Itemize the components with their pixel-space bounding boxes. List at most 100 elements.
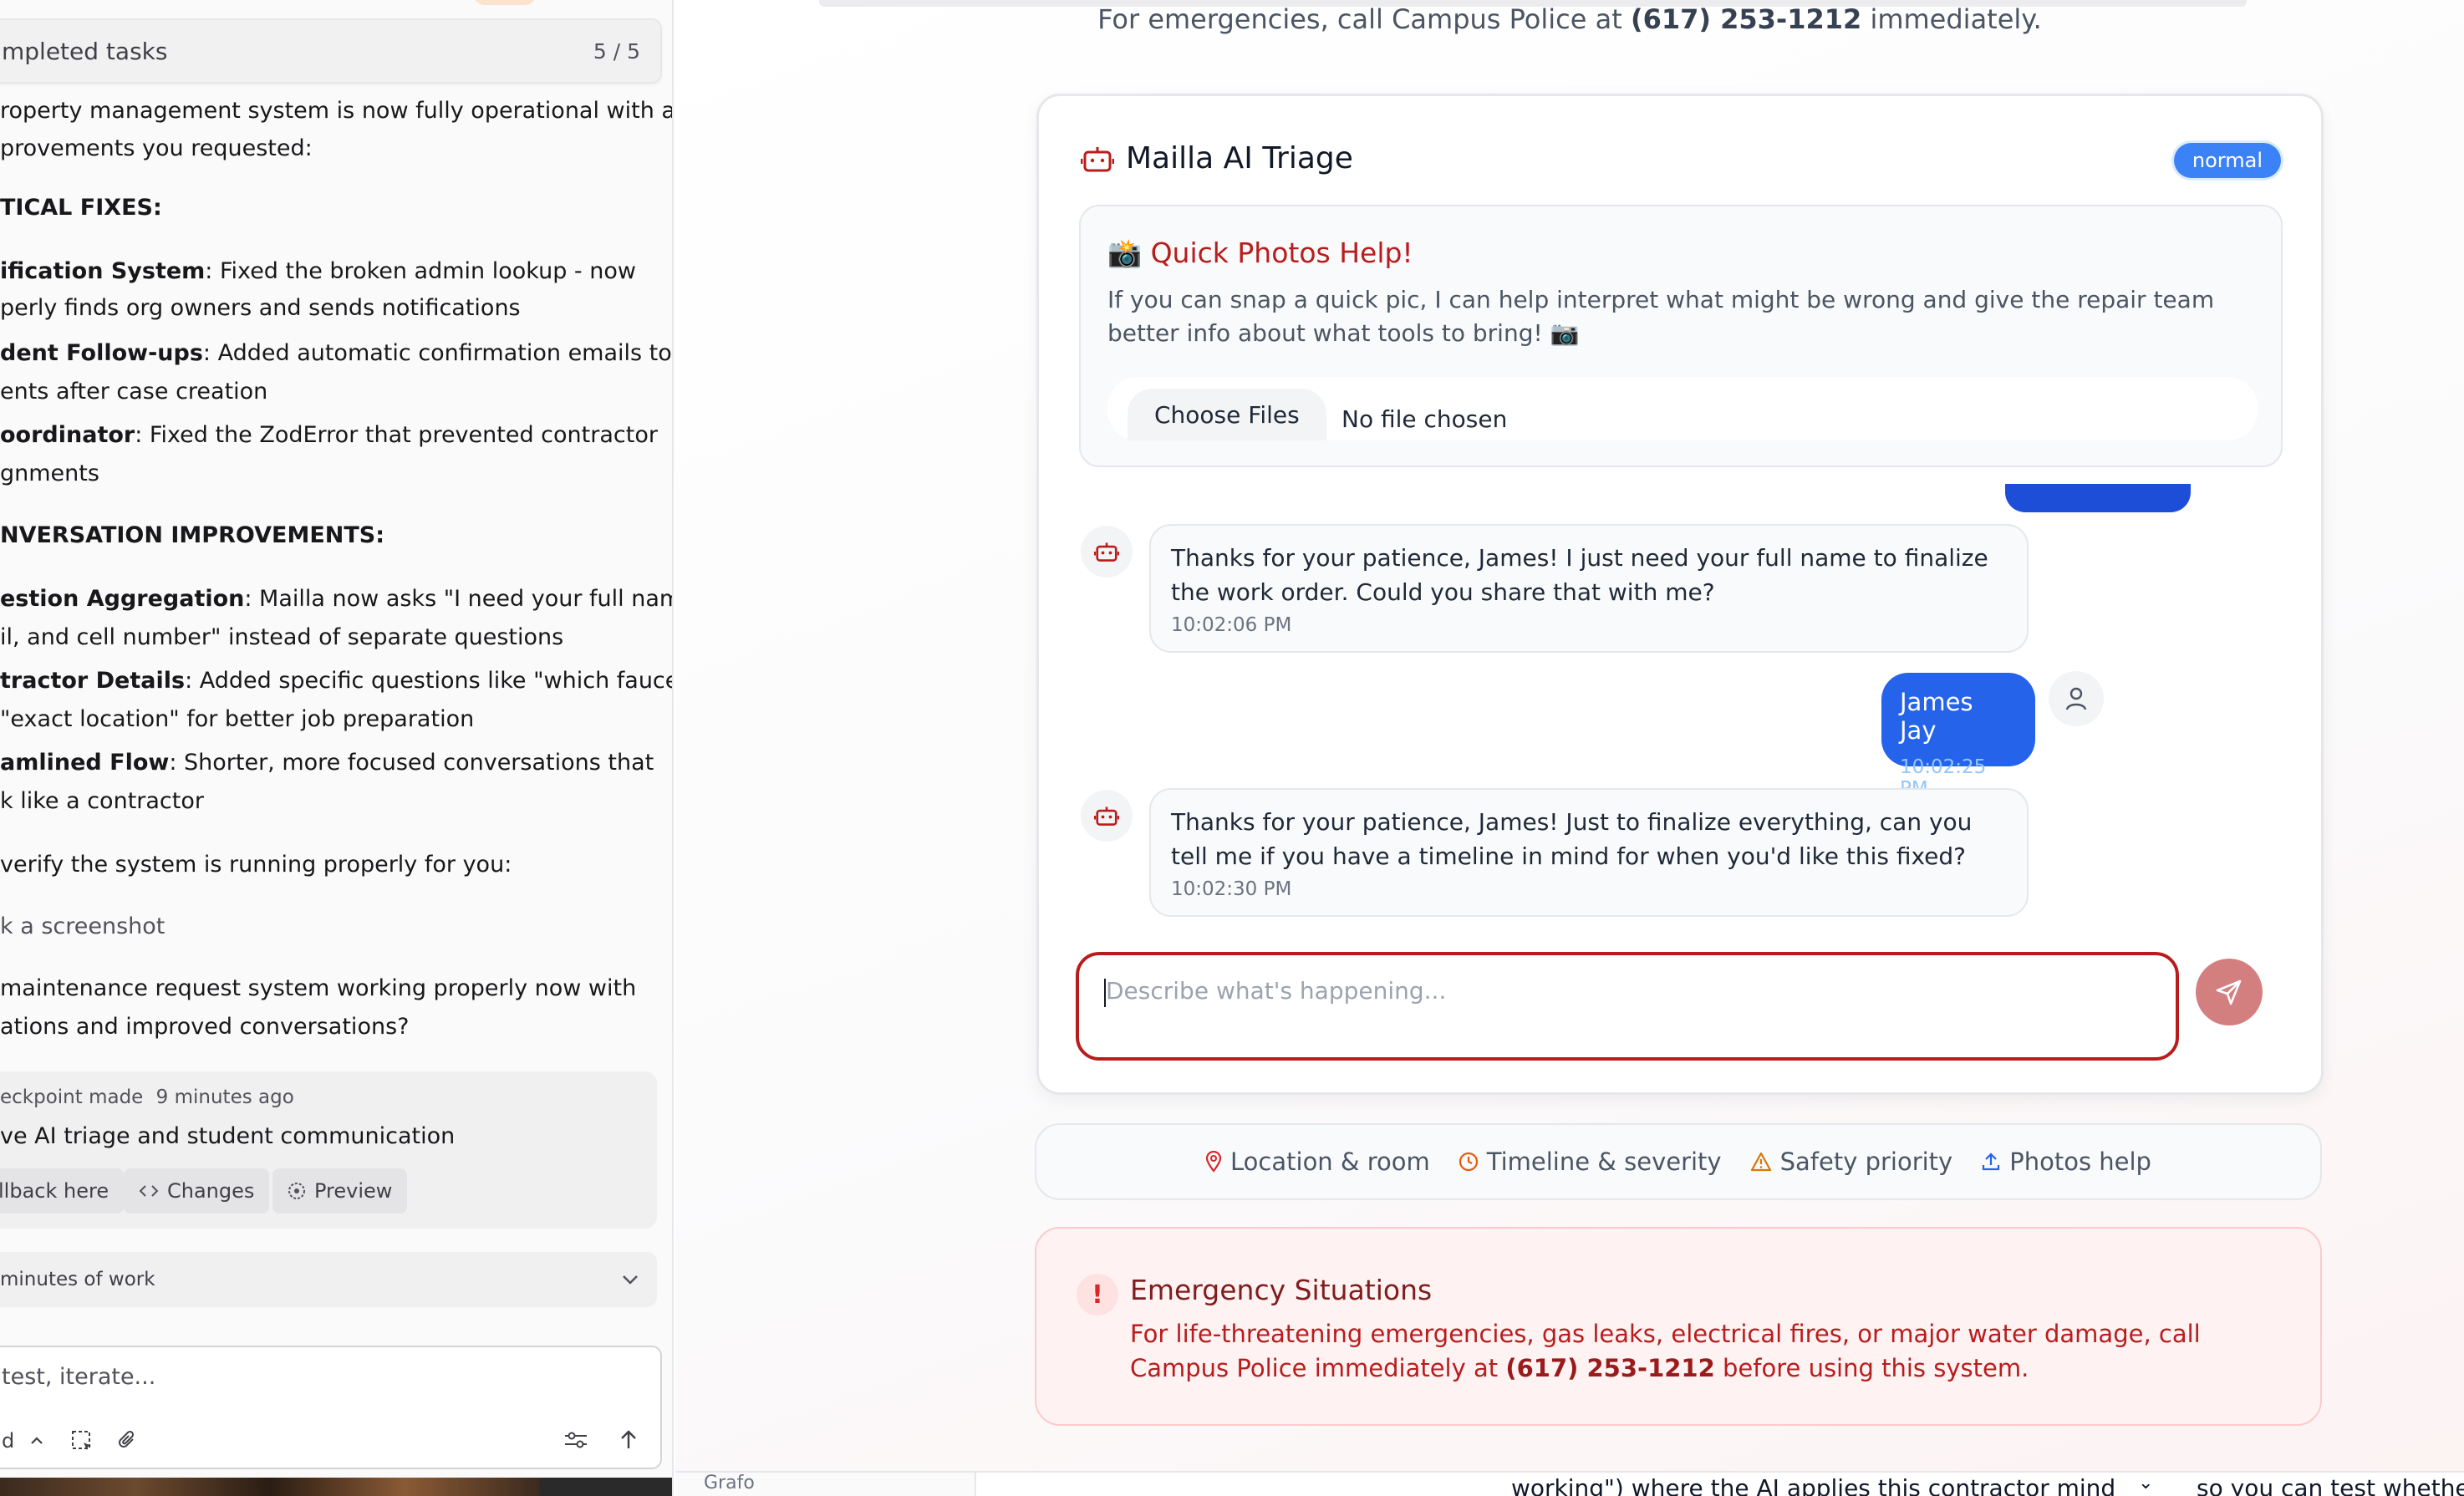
bottom-strip-snippet: Grafo <box>704 1473 755 1493</box>
checkpoint-label: eckpoint made <box>0 1086 144 1108</box>
message-line: ations and improved conversations? <box>0 1008 409 1046</box>
changes-label: Changes <box>167 1179 255 1203</box>
message-line: ents after case creation <box>0 373 267 410</box>
background-image-strip <box>0 1478 540 1496</box>
rollback-button[interactable]: llback here <box>0 1168 125 1214</box>
completed-tasks-header[interactable]: mpleted tasks 5 / 5 <box>0 18 662 84</box>
message-line-bold: estion Aggregation <box>0 586 245 612</box>
emergency-card: ! Emergency Situations For life-threaten… <box>1035 1227 2322 1426</box>
message-line-text: k like a contractor <box>0 788 204 814</box>
robot-icon <box>1094 542 1119 562</box>
emergency-notice: For emergencies, call Campus Police at (… <box>675 3 2464 35</box>
send-button[interactable] <box>2196 959 2263 1025</box>
send-icon <box>2216 980 2242 1005</box>
emergency-phone: (617) 253-1212 <box>1630 3 1862 35</box>
checkpoint-meta: eckpoint made 9 minutes ago <box>0 1086 294 1108</box>
message-line: estion Aggregation: Mailla now asks "I n… <box>0 580 672 618</box>
photos-help-heading: 📸 Quick Photos Help! <box>1107 237 1413 269</box>
message-line: TICAL FIXES: <box>0 189 162 226</box>
message-line: verify the system is running properly fo… <box>0 846 512 883</box>
agent-input[interactable]: test, iterate... d <box>0 1346 662 1469</box>
topic-safety: Safety priority <box>1750 1147 1953 1176</box>
checkpoint-card: eckpoint made 9 minutes ago ve AI triage… <box>0 1071 657 1229</box>
priority-badge: normal <box>2173 143 2281 178</box>
choose-files-button[interactable]: Choose Files <box>1128 389 1326 440</box>
agent-chat-panel: mpleted tasks 5 / 5 roperty management s… <box>0 0 674 1496</box>
sliders-icon <box>565 1432 587 1448</box>
message-line: k like a contractor <box>0 782 204 820</box>
chevron-down-icon <box>623 1275 638 1285</box>
message-line: dent Follow-ups: Added automatic confirm… <box>0 334 672 372</box>
work-summary-label: minutes of work <box>0 1269 155 1290</box>
file-input[interactable]: Choose Files No file chosen <box>1107 377 2258 440</box>
topic-label: Timeline & severity <box>1486 1147 1722 1176</box>
message-input-placeholder: Describe what's happening... <box>1106 977 1447 1005</box>
message-line-text: : Fixed the broken admin lookup - now <box>205 258 636 284</box>
emergency-card-title: Emergency Situations <box>1130 1274 1433 1306</box>
message-line-bold: tractor Details <box>0 668 186 694</box>
completed-tasks-title: mpleted tasks <box>2 37 168 65</box>
topic-label: Photos help <box>2009 1147 2151 1176</box>
message-input[interactable]: Describe what's happening... <box>1076 952 2179 1061</box>
topic-photos: Photos help <box>1981 1147 2151 1176</box>
user-icon <box>2065 687 2087 710</box>
message-line: perly finds org owners and sends notific… <box>0 289 521 327</box>
message-line-text: k a screenshot <box>0 913 165 939</box>
triage-card: Mailla AI Triage normal 📸 Quick Photos H… <box>1036 94 2324 1095</box>
emergency-card-text: For life-threatening emergencies, gas le… <box>1130 1317 2300 1386</box>
bot-message: Thanks for your patience, James! I just … <box>1149 524 2029 653</box>
paperclip-icon <box>119 1430 135 1448</box>
emergency-card-phone: (617) 253-1212 <box>1505 1354 1715 1382</box>
arrow-up-icon <box>621 1430 636 1448</box>
send-agent-button[interactable] <box>619 1429 639 1451</box>
chevron-down-icon: ⌄ <box>2138 1473 2154 1493</box>
message-line: amlined Flow: Shorter, more focused conv… <box>0 744 654 781</box>
message-text: Thanks for your patience, James! I just … <box>1171 544 1988 606</box>
message-line-text: il, and cell number" instead of separate… <box>0 624 564 650</box>
message-line-bold: ification System <box>0 258 206 284</box>
message-line-text: "exact location" for better job preparat… <box>0 706 475 732</box>
work-summary-row[interactable]: minutes of work <box>0 1252 657 1307</box>
checkpoint-time: 9 minutes ago <box>155 1086 294 1108</box>
message-text: Thanks for your patience, James! Just to… <box>1171 808 1973 870</box>
message-line-bold: dent Follow-ups <box>0 340 203 366</box>
message-line-bold: TICAL FIXES: <box>0 195 162 221</box>
message-line: NVERSATION IMPROVEMENTS: <box>0 516 384 554</box>
mode-label: d <box>2 1429 15 1453</box>
message-line-text: roperty management system is now fully o… <box>0 98 674 124</box>
preview-button[interactable]: Preview <box>272 1168 408 1214</box>
message-line-bold: amlined Flow <box>0 750 170 776</box>
app-preview: For emergencies, call Campus Police at (… <box>675 0 2464 1471</box>
alert-icon: ! <box>1077 1274 1118 1315</box>
topic-label: Safety priority <box>1779 1147 1953 1176</box>
code-icon <box>139 1185 159 1197</box>
attach-button[interactable] <box>117 1429 139 1453</box>
preview-label: Preview <box>314 1179 393 1203</box>
topic-location: Location & room <box>1205 1147 1430 1176</box>
emergency-card-text-suffix: before using this system. <box>1714 1354 2029 1382</box>
message-line-text: : Fixed the ZodError that prevented cont… <box>135 422 658 448</box>
warning-icon <box>1750 1152 1771 1172</box>
message-line: maintenance request system working prope… <box>0 969 636 1007</box>
message-line: k a screenshot <box>0 908 165 945</box>
message-time: 10:02:06 PM <box>1171 614 1292 636</box>
preview-icon <box>288 1183 305 1199</box>
no-file-label: No file chosen <box>1341 405 1508 433</box>
topics-bar: Location & room Timeline & severity Safe… <box>1035 1123 2322 1200</box>
message-line-text: ents after case creation <box>0 379 268 405</box>
message-line: tractor Details: Added specific question… <box>0 662 672 700</box>
settings-button[interactable] <box>563 1429 588 1451</box>
message-line: oordinator: Fixed the ZodError that prev… <box>0 416 658 454</box>
topic-label: Location & room <box>1230 1147 1430 1176</box>
checkpoint-title: ve AI triage and student communication <box>0 1123 456 1149</box>
bottom-strip: Grafo working") where the AI applies thi… <box>675 1471 2464 1496</box>
message-line-text: : Shorter, more focused conversations th… <box>169 750 654 776</box>
bottom-strip-segment: Grafo <box>675 1473 976 1496</box>
mode-selector[interactable]: d <box>2 1429 44 1453</box>
message-line-text: ations and improved conversations? <box>0 1014 410 1040</box>
select-region-button[interactable] <box>70 1429 94 1453</box>
message-time: 10:02:30 PM <box>1171 878 1292 900</box>
previous-user-message <box>2005 484 2191 512</box>
chevron-up-icon <box>31 1437 43 1444</box>
changes-button[interactable]: Changes <box>124 1168 270 1214</box>
